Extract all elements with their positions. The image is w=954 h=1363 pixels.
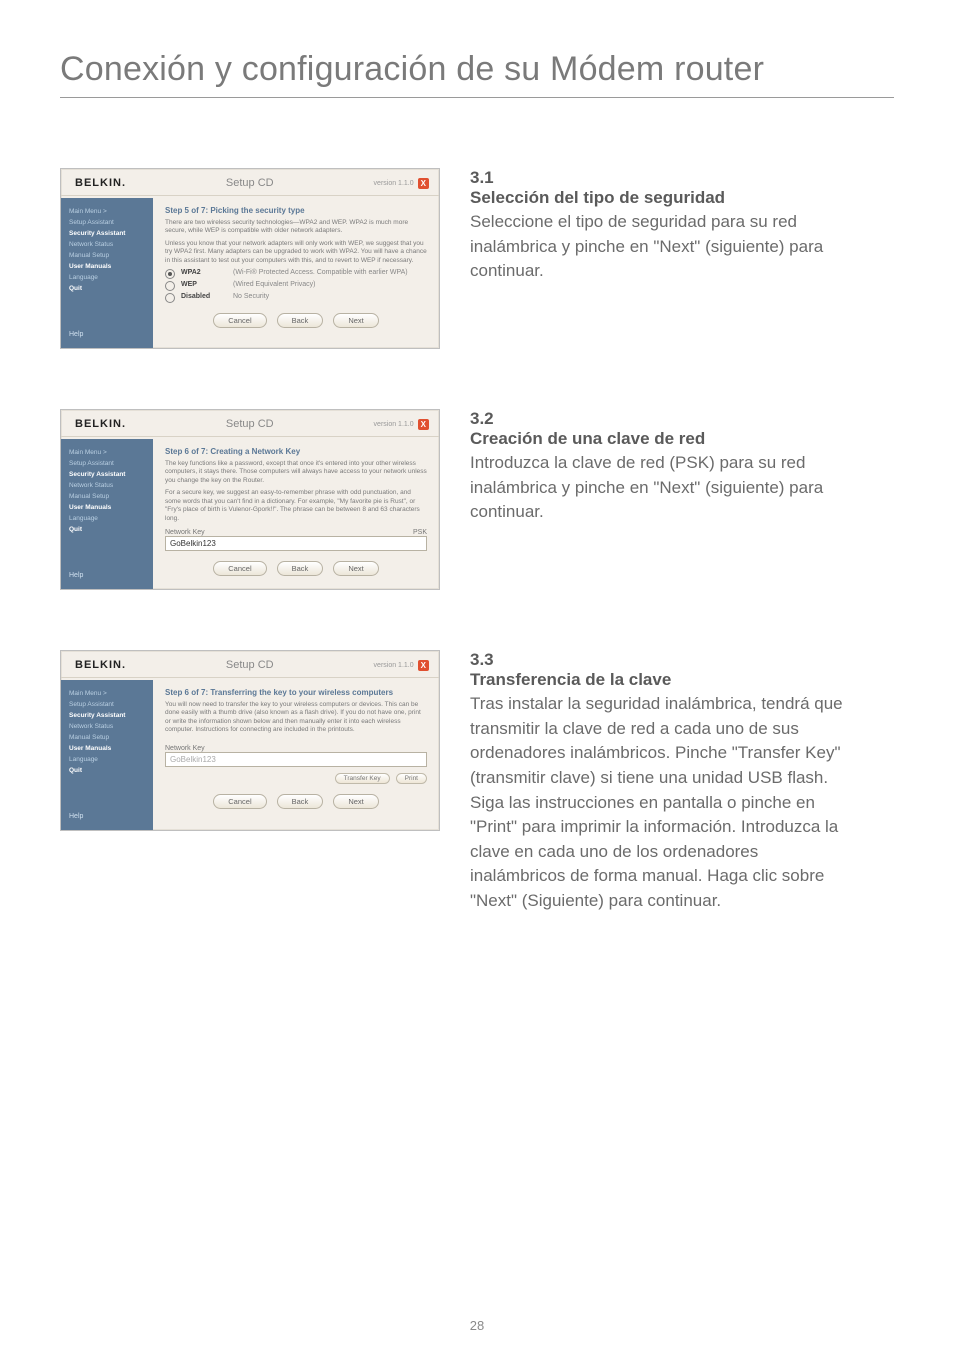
field-right-label: PSK: [413, 529, 427, 536]
sidebar: Main Menu > Setup Assistant Security Ass…: [61, 439, 153, 589]
network-key-input[interactable]: GoBelkin123: [165, 536, 427, 551]
window-title: Setup CD: [226, 418, 274, 430]
screenshot-3-1: BELKIN. Setup CD version 1.1.0 X Main Men…: [60, 168, 440, 349]
sidebar-item[interactable]: Manual Setup: [69, 250, 147, 261]
screenshot-3-3: BELKIN. Setup CD version 1.1.0 X Main Men…: [60, 650, 440, 831]
sidebar-item[interactable]: Main Menu >: [69, 688, 147, 699]
sidebar-item-user-manuals[interactable]: User Manuals: [69, 502, 147, 513]
page-title: Conexión y configuración de su Módem rou…: [60, 50, 894, 89]
step-paragraph: There are two wireless security technolo…: [165, 219, 427, 236]
transfer-key-button[interactable]: Transfer Key: [335, 773, 390, 784]
sidebar-item[interactable]: Setup Assistant: [69, 458, 147, 469]
sidebar: Main Menu > Setup Assistant Security Ass…: [61, 680, 153, 830]
sidebar-item[interactable]: Language: [69, 272, 147, 283]
close-icon[interactable]: X: [418, 419, 429, 430]
close-icon[interactable]: X: [418, 660, 429, 671]
radio-wpa2[interactable]: WPA2(Wi-Fi® Protected Access. Compatible…: [165, 269, 427, 279]
step-paragraph: Unless you know that your network adapte…: [165, 240, 427, 265]
step-title: Step 6 of 7: Creating a Network Key: [165, 447, 427, 456]
radio-icon[interactable]: [165, 269, 175, 279]
title-rule: [60, 97, 894, 98]
version-label: version 1.1.0: [374, 421, 414, 428]
next-button[interactable]: Next: [333, 313, 378, 328]
print-button[interactable]: Print: [396, 773, 427, 784]
close-icon[interactable]: X: [418, 178, 429, 189]
sidebar-item[interactable]: Setup Assistant: [69, 217, 147, 228]
sidebar-item[interactable]: Main Menu >: [69, 206, 147, 217]
sidebar-item-security-assistant[interactable]: Security Assistant: [69, 469, 147, 480]
window-title: Setup CD: [226, 659, 274, 671]
section-number: 3.1: [470, 168, 506, 188]
sidebar-item-quit[interactable]: Quit: [69, 283, 147, 294]
step-title: Step 6 of 7: Transferring the key to you…: [165, 688, 427, 697]
sidebar-item[interactable]: Setup Assistant: [69, 699, 147, 710]
version-label: version 1.1.0: [374, 180, 414, 187]
step-paragraph: The key functions like a password, excep…: [165, 460, 427, 485]
sidebar-item[interactable]: Network Status: [69, 721, 147, 732]
step-paragraph: For a secure key, we suggest an easy-to-…: [165, 489, 427, 523]
back-button[interactable]: Back: [277, 794, 324, 809]
section-heading: Creación de una clave de red: [470, 429, 705, 448]
version-label: version 1.1.0: [374, 662, 414, 669]
sidebar-item-quit[interactable]: Quit: [69, 765, 147, 776]
network-key-input[interactable]: GoBelkin123: [165, 752, 427, 767]
sidebar-item[interactable]: Network Status: [69, 239, 147, 250]
field-label: Network Key: [165, 745, 427, 752]
field-label: Network Key: [165, 529, 205, 536]
section-heading: Selección del tipo de seguridad: [470, 188, 725, 207]
page-number: 28: [0, 1318, 954, 1333]
next-button[interactable]: Next: [333, 794, 378, 809]
brand-label: BELKIN.: [75, 177, 126, 189]
radio-disabled[interactable]: DisabledNo Security: [165, 293, 427, 303]
sidebar-item[interactable]: Language: [69, 754, 147, 765]
row-3-1: BELKIN. Setup CD version 1.1.0 X Main Men…: [60, 168, 894, 349]
brand-label: BELKIN.: [75, 659, 126, 671]
screenshot-3-2: BELKIN. Setup CD version 1.1.0 X Main Men…: [60, 409, 440, 590]
section-body: Introduzca la clave de red (PSK) para su…: [470, 451, 854, 525]
radio-icon[interactable]: [165, 293, 175, 303]
sidebar-item-security-assistant[interactable]: Security Assistant: [69, 710, 147, 721]
step-title: Step 5 of 7: Picking the security type: [165, 206, 427, 215]
back-button[interactable]: Back: [277, 561, 324, 576]
sidebar: Main Menu > Setup Assistant Security Ass…: [61, 198, 153, 348]
step-paragraph: You will now need to transfer the key to…: [165, 701, 427, 735]
sidebar-item[interactable]: Language: [69, 513, 147, 524]
section-number: 3.3: [470, 650, 506, 670]
cancel-button[interactable]: Cancel: [213, 313, 266, 328]
cancel-button[interactable]: Cancel: [213, 794, 266, 809]
sidebar-item-quit[interactable]: Quit: [69, 524, 147, 535]
radio-icon[interactable]: [165, 281, 175, 291]
next-button[interactable]: Next: [333, 561, 378, 576]
row-3-2: BELKIN. Setup CD version 1.1.0 X Main Men…: [60, 409, 894, 590]
window-title: Setup CD: [226, 177, 274, 189]
sidebar-help[interactable]: Help: [69, 570, 147, 581]
section-body: Tras instalar la seguridad inalámbrica, …: [470, 692, 854, 914]
section-body: Seleccione el tipo de seguridad para su …: [470, 210, 854, 284]
sidebar-item-user-manuals[interactable]: User Manuals: [69, 743, 147, 754]
brand-label: BELKIN.: [75, 418, 126, 430]
sidebar-item[interactable]: Manual Setup: [69, 491, 147, 502]
sidebar-help[interactable]: Help: [69, 329, 147, 340]
section-heading: Transferencia de la clave: [470, 670, 671, 689]
sidebar-item-user-manuals[interactable]: User Manuals: [69, 261, 147, 272]
sidebar-item-security-assistant[interactable]: Security Assistant: [69, 228, 147, 239]
sidebar-item[interactable]: Manual Setup: [69, 732, 147, 743]
row-3-3: BELKIN. Setup CD version 1.1.0 X Main Men…: [60, 650, 894, 914]
section-number: 3.2: [470, 409, 506, 429]
sidebar-help[interactable]: Help: [69, 811, 147, 822]
cancel-button[interactable]: Cancel: [213, 561, 266, 576]
radio-wep[interactable]: WEP(Wired Equivalent Privacy): [165, 281, 427, 291]
sidebar-item[interactable]: Network Status: [69, 480, 147, 491]
sidebar-item[interactable]: Main Menu >: [69, 447, 147, 458]
back-button[interactable]: Back: [277, 313, 324, 328]
